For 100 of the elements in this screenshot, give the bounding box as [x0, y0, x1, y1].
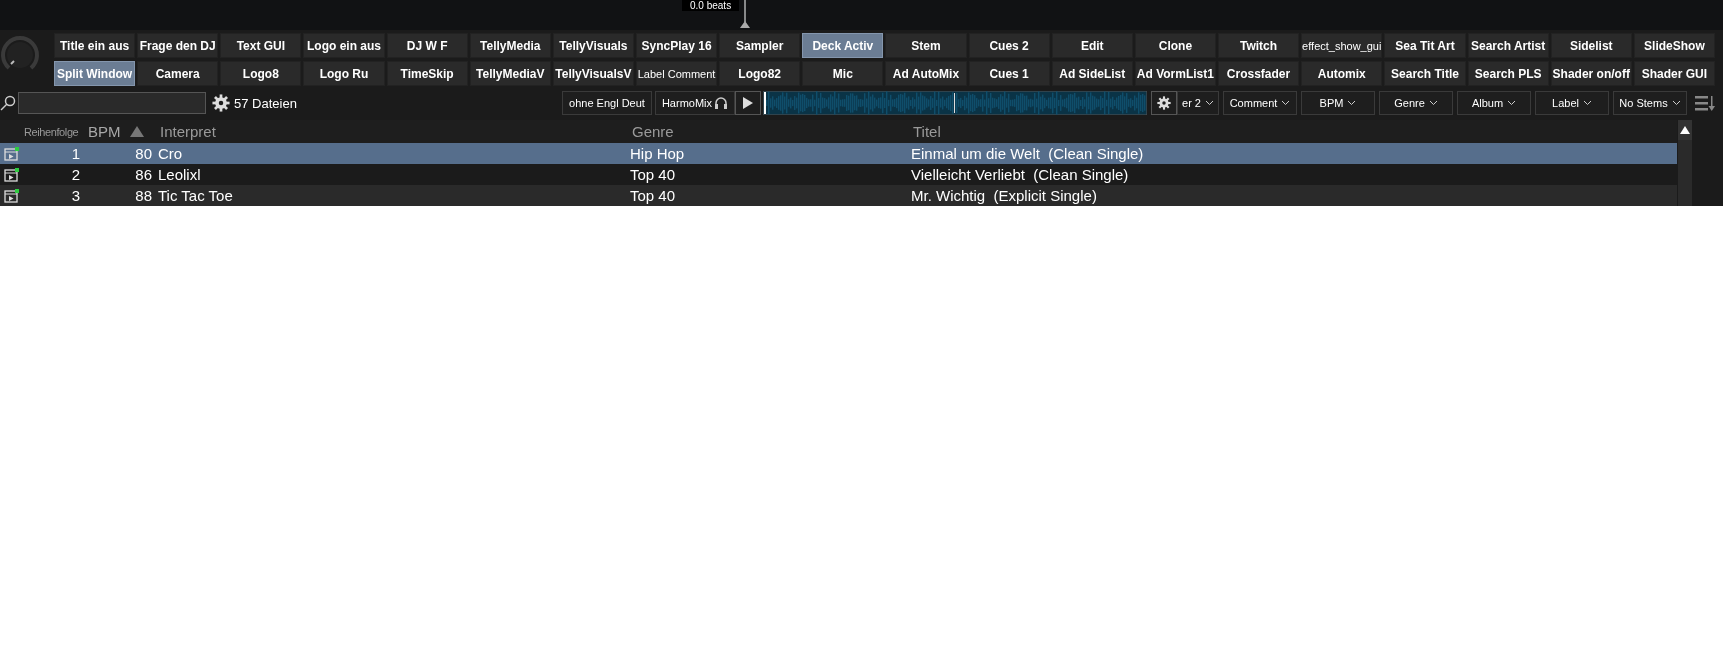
column-label: Genre: [632, 123, 674, 140]
toolbar-button[interactable]: Cues 2: [968, 33, 1050, 58]
settings-icon: [212, 94, 230, 112]
toolbar-button[interactable]: DJ W F: [386, 33, 468, 58]
toolbar-button[interactable]: SyncPlay 16: [636, 33, 718, 58]
video-file-icon: [4, 188, 20, 203]
settings-button[interactable]: [1151, 91, 1178, 115]
caret-icon: [1347, 100, 1357, 106]
toolbar-button[interactable]: Frage den DJ: [137, 33, 219, 58]
table-cell-text: Tic Tac Toe: [158, 187, 234, 204]
scrollbar[interactable]: [1678, 120, 1692, 206]
toolbar-button[interactable]: TellyVisuals: [552, 33, 634, 58]
column-header[interactable]: Genre: [630, 123, 911, 140]
table-cell-text: 86: [134, 166, 153, 183]
caret-icon: [1428, 100, 1438, 106]
toolbar-button[interactable]: Ad AutoMix: [885, 61, 967, 86]
sort-arrow-icon: [130, 126, 144, 137]
toolbar-button[interactable]: Automix: [1301, 61, 1383, 86]
caret-icon: [1507, 100, 1517, 106]
table-cell-text: 3: [70, 187, 81, 204]
list-sort-icon[interactable]: [1695, 94, 1717, 112]
column-label: BPM: [88, 123, 121, 140]
toolbar-button[interactable]: Edit: [1051, 33, 1133, 58]
toolbar-button[interactable]: Logo Ru: [303, 61, 385, 86]
toolbar-button[interactable]: Ad VormList1: [1134, 61, 1216, 86]
toolbar-button[interactable]: Search Artist: [1467, 33, 1549, 58]
toolbar-button[interactable]: Cues 1: [968, 61, 1050, 86]
scroll-up-button[interactable]: [1678, 120, 1692, 140]
toolbar-button[interactable]: Sea Tit Art: [1384, 33, 1466, 58]
caret-icon: [1582, 100, 1592, 106]
toolbar-button[interactable]: TimeSkip: [386, 61, 468, 86]
table-cell-text: Hip Hop: [630, 145, 686, 162]
toolbar-button[interactable]: Sampler: [719, 33, 801, 58]
table-cell-text: 88: [134, 187, 153, 204]
toolbar-button[interactable]: Logo82: [719, 61, 801, 86]
table-cell-text: Cro: [158, 145, 184, 162]
table-cell-text: Top 40: [630, 166, 677, 183]
column-dropdown[interactable]: BPM: [1301, 91, 1375, 115]
toolbar-button[interactable]: Deck Activ: [802, 33, 884, 58]
toolbar-button[interactable]: Text GUI: [220, 33, 302, 58]
toolbar-button[interactable]: Logo8: [220, 61, 302, 86]
column-dropdown[interactable]: Comment: [1223, 91, 1297, 115]
search-icon: [0, 95, 16, 111]
column-dropdown[interactable]: No Stems: [1613, 91, 1687, 115]
headphones-icon: [714, 96, 729, 110]
file-count: 57 Dateien: [234, 95, 297, 111]
toolbar-button[interactable]: Title ein aus: [54, 33, 136, 58]
toolbar-button[interactable]: Clone: [1134, 33, 1216, 58]
toolbar-button[interactable]: Stem: [885, 33, 967, 58]
toolbar-button[interactable]: Crossfader: [1217, 61, 1300, 86]
table-cell-text: 80: [134, 145, 153, 162]
caret-icon: [1205, 100, 1214, 106]
column-dropdown[interactable]: er 2: [1177, 91, 1219, 115]
track-row[interactable]: 1 80 Cro Hip Hop Einmal um die Welt (Clean Single): [0, 143, 1677, 164]
up-arrow-icon: [1680, 126, 1690, 134]
toolbar-button[interactable]: SlideShow: [1633, 33, 1715, 58]
playhead-marker: [739, 0, 752, 28]
track-row[interactable]: 3 88 Tic Tac Toe Top 40 Mr. Wichtig (Explicit Single): [0, 185, 1677, 206]
table-cell-text: Leolixl: [158, 166, 202, 183]
video-file-icon: [4, 146, 20, 161]
play-icon: [743, 97, 754, 109]
toolbar-button[interactable]: Search PLS: [1467, 61, 1549, 86]
toolbar-button[interactable]: TellyVisualsV: [552, 61, 634, 86]
table-cell-text: 2: [70, 166, 81, 183]
table-cell-text: Vielleicht Verliebt (Clean Single): [911, 166, 1130, 183]
caret-icon: [1671, 100, 1681, 106]
toolbar-button[interactable]: Twitch: [1217, 33, 1300, 58]
play-button[interactable]: [735, 91, 762, 115]
toolbar-button[interactable]: TellyMedia: [469, 33, 551, 58]
toolbar-button[interactable]: Label Comment: [636, 61, 718, 86]
table-cell-text: Einmal um die Welt (Clean Single): [911, 145, 1145, 162]
harmomix-button[interactable]: HarmoMix: [654, 91, 736, 115]
video-file-icon: [4, 167, 20, 182]
toolbar-button[interactable]: Mic: [802, 61, 884, 86]
toolbar-button[interactable]: Search Title: [1384, 61, 1466, 86]
column-dropdown[interactable]: Label: [1535, 91, 1609, 115]
column-label: Titel: [913, 123, 941, 140]
column-header[interactable]: Titel: [911, 123, 1677, 140]
toolbar-button[interactable]: Logo ein aus: [303, 33, 385, 58]
table-cell-text: Top 40: [630, 187, 677, 204]
toolbar-button[interactable]: Shader on/off: [1550, 61, 1632, 86]
toolbar-button[interactable]: TellyMediaV: [469, 61, 551, 86]
toolbar-button[interactable]: Camera: [137, 61, 219, 86]
toolbar-button[interactable]: effect_show_gui: [1301, 33, 1383, 58]
table-cell-text: 1: [70, 145, 81, 162]
toolbar-button[interactable]: Shader GUI: [1633, 61, 1715, 86]
column-header[interactable]: Interpret: [158, 123, 630, 140]
toolbar-button[interactable]: Ad SideList: [1051, 61, 1133, 86]
toolbar-button[interactable]: Split Window: [54, 61, 136, 86]
column-dropdown[interactable]: Album: [1457, 91, 1531, 115]
column-header[interactable]: BPM: [86, 123, 158, 140]
settings-icon: [1157, 96, 1172, 110]
column-dropdown[interactable]: Genre: [1379, 91, 1453, 115]
table-cell-text: Mr. Wichtig (Explicit Single): [911, 187, 1098, 204]
filter-button[interactable]: ohne Engl Deut: [562, 91, 652, 115]
toolbar-button[interactable]: Sidelist: [1550, 33, 1632, 58]
search-field[interactable]: [18, 92, 206, 114]
beats-label: 0.0 beats: [682, 0, 740, 11]
caret-icon: [1281, 100, 1291, 106]
column-label: Interpret: [160, 123, 216, 140]
